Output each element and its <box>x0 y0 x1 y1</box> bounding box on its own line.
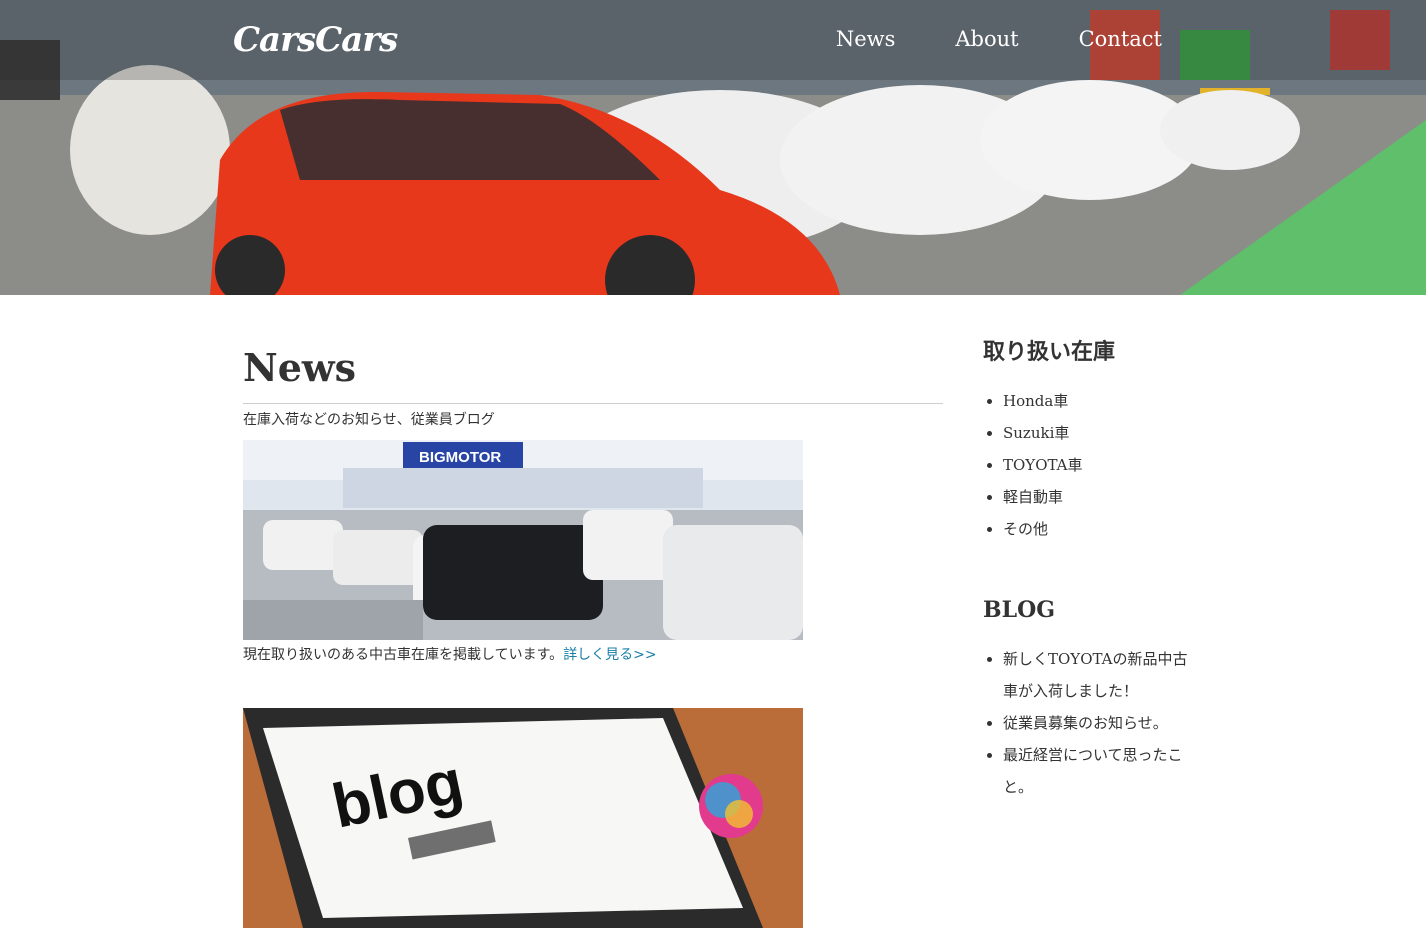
stock-item-other[interactable]: その他 <box>1003 513 1193 545</box>
hero-banner: CarsCars News About Contact <box>0 0 1426 295</box>
stock-item-suzuki[interactable]: Suzuki車 <box>1003 417 1193 449</box>
dealership-sign: BIGMOTOR <box>419 449 501 466</box>
sidebar: 取り扱い在庫 Honda車 Suzuki車 TOYOTA車 軽自動車 その他 B… <box>983 295 1193 803</box>
nav-bar <box>0 0 1426 80</box>
main-nav: News About Contact <box>836 27 1162 51</box>
stock-item-toyota[interactable]: TOYOTA車 <box>1003 449 1193 481</box>
post-image-blog-laptop[interactable]: blog <box>243 708 803 928</box>
blog-item[interactable]: 従業員募集のお知らせ。 <box>1003 707 1193 739</box>
blog-heading: BLOG <box>983 597 1056 623</box>
main-content: News 在庫入荷などのお知らせ、従業員ブログ BIGMOTOR 現在取り扱いの… <box>243 295 943 928</box>
blog-item[interactable]: 最近経営について思ったこと。 <box>1003 739 1193 803</box>
title-divider <box>243 403 943 404</box>
stock-heading: 取り扱い在庫 <box>983 339 1116 365</box>
post-image-car-dealership[interactable]: BIGMOTOR <box>243 440 803 640</box>
read-more-link[interactable]: 詳しく見る>> <box>563 647 656 663</box>
stock-item-kei[interactable]: 軽自動車 <box>1003 481 1193 513</box>
stock-item-honda[interactable]: Honda車 <box>1003 385 1193 417</box>
post-caption: 現在取り扱いのある中古車在庫を掲載しています。詳しく見る>> <box>243 644 943 666</box>
page-subtitle: 在庫入荷などのお知らせ、従業員ブログ <box>243 412 495 428</box>
site-logo[interactable]: CarsCars <box>233 20 398 60</box>
blog-list: 新しくTOYOTAの新品中古車が入荷しました！ 従業員募集のお知らせ。 最近経営… <box>983 643 1193 803</box>
post-caption-text: 現在取り扱いのある中古車在庫を掲載しています。 <box>243 647 564 663</box>
nav-link-news[interactable]: News <box>836 27 896 51</box>
stock-list: Honda車 Suzuki車 TOYOTA車 軽自動車 その他 <box>983 385 1193 545</box>
nav-link-about[interactable]: About <box>955 27 1018 51</box>
page-title: News <box>243 345 357 390</box>
nav-link-contact[interactable]: Contact <box>1079 27 1162 51</box>
blog-item[interactable]: 新しくTOYOTAの新品中古車が入荷しました！ <box>1003 643 1193 707</box>
